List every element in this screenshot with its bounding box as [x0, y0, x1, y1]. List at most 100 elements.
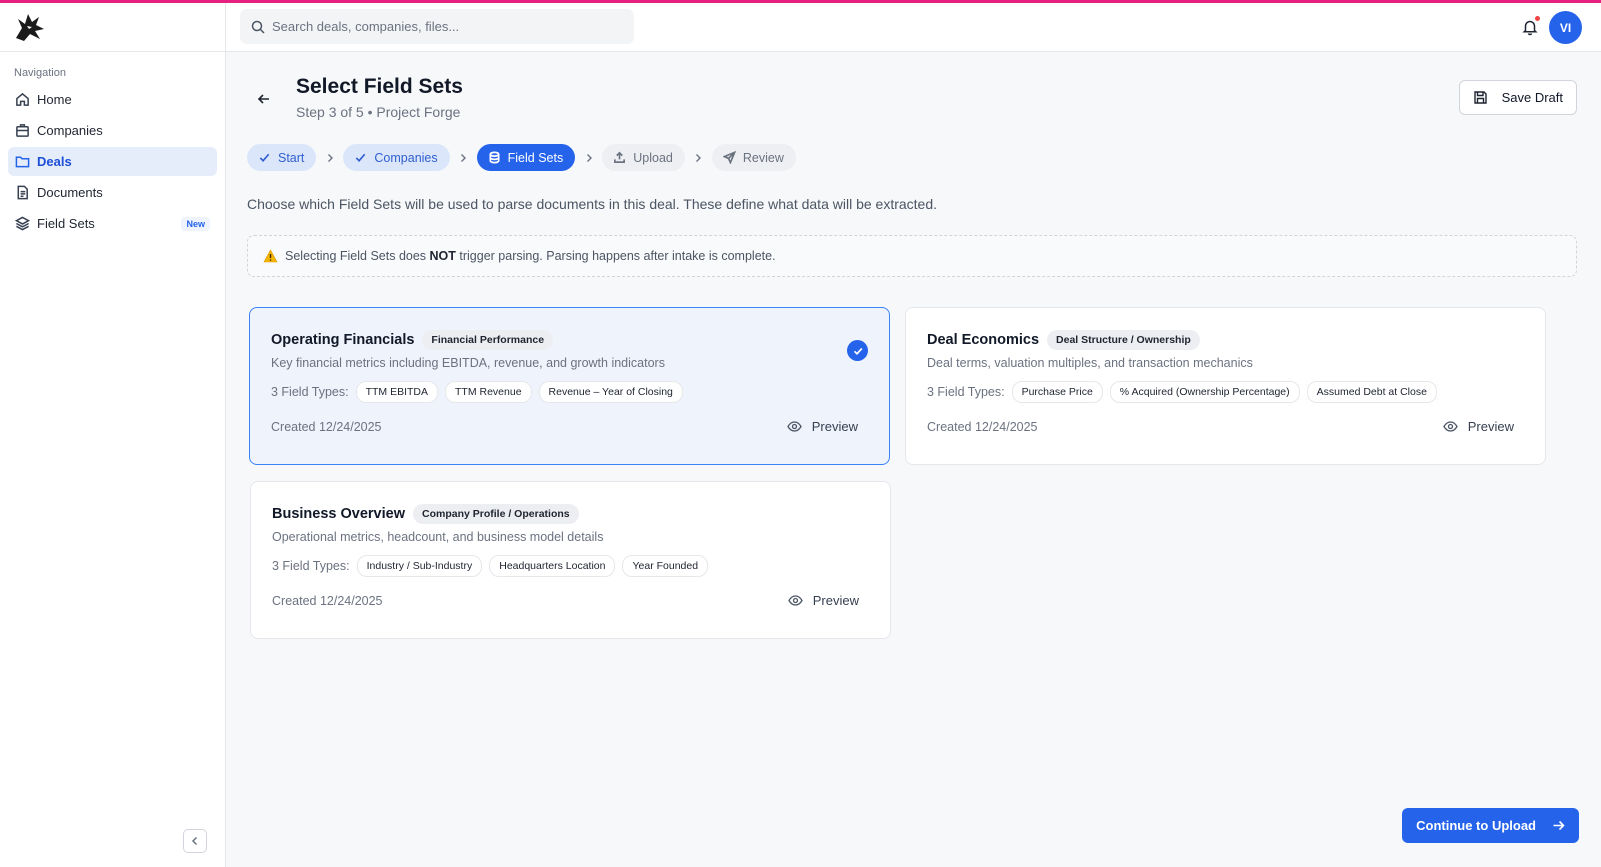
layers-icon: [15, 216, 30, 231]
parsing-notice: Selecting Field Sets does NOT trigger pa…: [247, 235, 1577, 277]
step-label: Upload: [633, 150, 673, 165]
preview-button[interactable]: Preview: [1443, 419, 1514, 434]
sidebar-item-label: Documents: [37, 185, 103, 200]
page-title: Select Field Sets: [296, 75, 463, 98]
field-types-label: 3 Field Types:: [271, 385, 349, 399]
sidebar-item-label: Deals: [37, 154, 72, 169]
step-companies[interactable]: Companies: [343, 144, 450, 171]
preview-label: Preview: [1467, 419, 1514, 434]
field-types: 3 Field Types: Purchase Price % Acquired…: [927, 381, 1444, 403]
step-upload[interactable]: Upload: [602, 144, 685, 171]
notice-text-start: Selecting Field Sets does: [285, 249, 430, 263]
field-set-card-business-overview[interactable]: Business Overview Company Profile / Oper…: [250, 481, 891, 639]
notification-dot: [1534, 15, 1541, 22]
step-separator: [575, 153, 602, 163]
step-label: Review: [742, 150, 784, 165]
sidebar: Navigation Home Companies Deals Document…: [0, 3, 226, 867]
search-input[interactable]: [272, 19, 612, 34]
card-header: Business Overview Company Profile / Oper…: [272, 504, 579, 524]
chevron-left-icon: [191, 836, 198, 846]
step-review[interactable]: Review: [711, 144, 796, 171]
field-type-chip: Year Founded: [622, 555, 709, 577]
folder-icon: [15, 156, 30, 168]
step-start[interactable]: Start: [247, 144, 317, 171]
sidebar-item-deals[interactable]: Deals: [8, 147, 217, 176]
collapse-sidebar-button[interactable]: [183, 829, 207, 853]
save-draft-label: Save Draft: [1501, 90, 1563, 105]
field-types: 3 Field Types: TTM EBITDA TTM Revenue Re…: [271, 381, 690, 403]
field-set-card-deal-economics[interactable]: Deal Economics Deal Structure / Ownershi…: [905, 307, 1546, 465]
sidebar-item-label: Field Sets: [37, 216, 95, 231]
chevron-right-icon: [586, 153, 592, 162]
card-description: Deal terms, valuation multiples, and tra…: [927, 356, 1253, 370]
card-description: Operational metrics, headcount, and busi…: [272, 530, 604, 544]
arrow-right-icon: [1553, 820, 1565, 831]
category-badge: Deal Structure / Ownership: [1047, 330, 1200, 350]
step-label: Field Sets: [507, 150, 564, 165]
field-type-chip: Purchase Price: [1011, 381, 1103, 403]
notice-bold: NOT: [429, 249, 456, 263]
preview-button[interactable]: Preview: [788, 593, 859, 608]
field-type-chip: Assumed Debt at Close: [1306, 381, 1437, 403]
step-separator: [450, 153, 477, 163]
sidebar-item-home[interactable]: Home: [8, 85, 217, 114]
created-date: Created 12/24/2025: [927, 420, 1038, 434]
upload-icon: [614, 151, 626, 163]
sidebar-item-label: Home: [37, 92, 72, 107]
field-type-chip: Revenue – Year of Closing: [538, 381, 683, 403]
card-header: Operating Financials Financial Performan…: [271, 330, 554, 350]
intro-text: Choose which Field Sets will be used to …: [247, 196, 938, 212]
page-subtitle: Step 3 of 5 • Project Forge: [296, 104, 461, 120]
wolf-logo-icon[interactable]: [13, 11, 47, 43]
eye-icon: [788, 595, 803, 606]
database-icon: [489, 151, 500, 164]
notice-text-end: trigger parsing. Parsing happens after i…: [455, 249, 776, 263]
continue-to-upload-button[interactable]: Continue to Upload: [1402, 808, 1579, 843]
building-icon: [16, 124, 29, 137]
check-icon: [259, 153, 270, 162]
chevron-right-icon: [461, 153, 467, 162]
save-draft-button[interactable]: Save Draft: [1458, 80, 1577, 115]
created-date: Created 12/24/2025: [272, 594, 383, 608]
main-content: Select Field Sets Step 3 of 5 • Project …: [226, 52, 1601, 867]
card-header: Deal Economics Deal Structure / Ownershi…: [927, 330, 1200, 350]
preview-label: Preview: [812, 593, 859, 608]
created-date: Created 12/24/2025: [271, 420, 382, 434]
sidebar-item-field-sets[interactable]: Field Sets New: [8, 209, 217, 238]
field-set-card-operating-financials[interactable]: Operating Financials Financial Performan…: [249, 307, 890, 465]
floppy-disk-icon: [1473, 91, 1487, 104]
card-title: Business Overview: [272, 506, 405, 522]
back-button[interactable]: [254, 89, 274, 109]
sidebar-item-companies[interactable]: Companies: [8, 116, 217, 145]
step-separator: [685, 153, 712, 163]
field-type-chip: Industry / Sub-Industry: [356, 555, 483, 577]
category-badge: Company Profile / Operations: [413, 504, 579, 524]
sidebar-item-documents[interactable]: Documents: [8, 178, 217, 207]
notifications-button[interactable]: [1521, 15, 1541, 36]
card-title: Operating Financials: [271, 332, 415, 348]
category-badge: Financial Performance: [422, 330, 554, 350]
stepper: Start Companies Field Sets Upload Review: [247, 144, 796, 171]
chevron-right-icon: [327, 153, 333, 162]
nav-heading: Navigation: [14, 67, 66, 79]
warning-icon: [263, 249, 278, 263]
step-label: Start: [278, 150, 305, 165]
card-description: Key financial metrics including EBITDA, …: [271, 356, 665, 370]
preview-button[interactable]: Preview: [787, 419, 858, 434]
avatar[interactable]: VI: [1549, 11, 1582, 44]
sidebar-item-label: Companies: [37, 123, 103, 138]
check-icon: [356, 153, 366, 162]
field-type-chip: TTM EBITDA: [355, 381, 439, 403]
field-type-chip: TTM Revenue: [445, 381, 532, 403]
field-type-chip: Headquarters Location: [489, 555, 616, 577]
eye-icon: [1443, 421, 1458, 432]
logo-area: [0, 3, 225, 52]
chevron-right-icon: [696, 153, 702, 162]
step-field-sets[interactable]: Field Sets: [476, 144, 576, 171]
field-types-label: 3 Field Types:: [927, 385, 1005, 399]
arrow-left-icon: [257, 94, 269, 104]
continue-label: Continue to Upload: [1416, 818, 1536, 833]
step-label: Companies: [374, 150, 438, 165]
field-type-chip: % Acquired (Ownership Percentage): [1109, 381, 1300, 403]
search-box[interactable]: [240, 9, 634, 44]
